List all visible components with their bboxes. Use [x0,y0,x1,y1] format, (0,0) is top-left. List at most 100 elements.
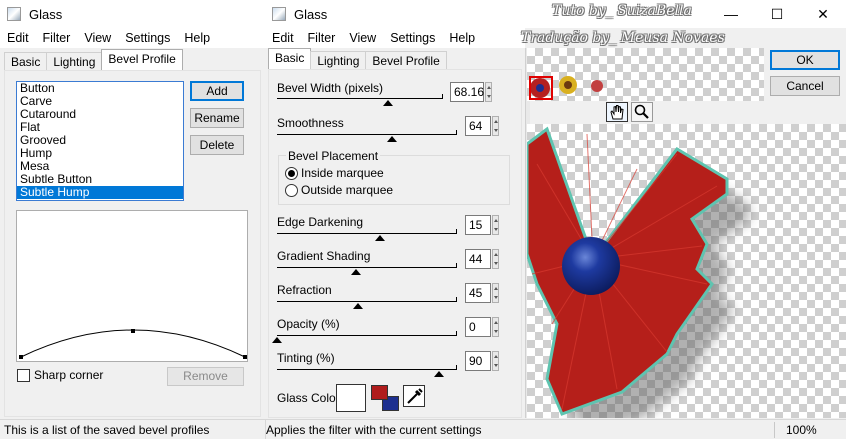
opacity-label: Opacity (%) [277,317,340,331]
slider-tick [456,229,457,233]
cancel-button[interactable]: Cancel [770,76,840,96]
tab-lighting[interactable]: Lighting [310,51,367,70]
rename-button[interactable]: Rename [190,108,244,128]
slider-tick [456,365,457,369]
refraction-thumb[interactable] [353,303,363,309]
bevel-width-spinner[interactable] [485,82,492,102]
profile-list[interactable]: Button Carve Cutaround Flat Grooved Hump… [16,81,184,201]
slider-tick [442,94,443,98]
bevel-curve [20,329,246,358]
zoom-tool-button[interactable] [631,102,653,122]
bevel-curve-editor[interactable] [16,210,248,362]
refraction-input[interactable]: 45 [465,283,491,303]
menu-settings[interactable]: Settings [118,31,177,45]
remove-button[interactable]: Remove [167,367,244,386]
curve-point[interactable] [243,355,247,359]
flower-shape [527,126,729,416]
left-status-text: This is a list of the saved bevel profil… [4,423,210,437]
close-button[interactable]: ✕ [800,0,846,28]
refraction-track[interactable] [277,301,457,302]
edge-darkening-track[interactable] [277,233,457,234]
tinting-spinner[interactable] [492,351,499,371]
smoothness-track[interactable] [277,134,457,135]
opacity-thumb[interactable] [272,337,282,343]
menu-view[interactable]: View [77,31,118,45]
tab-lighting[interactable]: Lighting [46,52,103,71]
opacity-input[interactable]: 0 [465,317,491,337]
edge-darkening-label: Edge Darkening [277,215,364,229]
status-divider [774,422,775,438]
menu-filter[interactable]: Filter [301,31,343,45]
preview-image [527,126,749,418]
menu-edit[interactable]: Edit [0,31,36,45]
app-icon [272,7,286,21]
ok-button[interactable]: OK [770,50,840,70]
smoothness-thumb[interactable] [387,136,398,142]
tinting-input[interactable]: 90 [465,351,491,371]
menu-settings[interactable]: Settings [383,31,442,45]
eyedropper-button[interactable] [403,385,425,407]
slider-tick [456,331,457,335]
menu-edit[interactable]: Edit [265,31,301,45]
tab-bevel-profile[interactable]: Bevel Profile [365,51,447,70]
edge-darkening-thumb[interactable] [374,235,385,241]
delete-button[interactable]: Delete [190,135,244,155]
menu-help[interactable]: Help [442,31,482,45]
list-item[interactable]: Cutaround [17,108,183,121]
right-tab-strip: Basic Lighting Bevel Profile [268,48,447,70]
right-status-bar: Applies the filter with the current sett… [265,419,846,439]
edge-darkening-input[interactable]: 15 [465,215,491,235]
bevel-curve-svg [19,329,247,359]
gradient-shading-track[interactable] [277,267,457,268]
menu-filter[interactable]: Filter [36,31,78,45]
edge-darkening-spinner[interactable] [492,215,499,235]
list-item-selected[interactable]: Subtle Hump [17,186,183,199]
preview-canvas[interactable] [527,124,846,418]
magnifier-icon [634,104,649,119]
gradient-shading-input[interactable]: 44 [465,249,491,269]
gradient-shading-spinner[interactable] [492,249,499,269]
eyedropper-icon [407,388,423,404]
menu-help[interactable]: Help [177,31,217,45]
menu-view[interactable]: View [342,31,383,45]
opacity-track[interactable] [277,335,457,336]
gradient-shading-label: Gradient Shading [277,249,371,263]
slider-tick [456,130,457,134]
thumbnail-navigator[interactable] [527,48,764,101]
opacity-spinner[interactable] [492,317,499,337]
pan-tool-button[interactable] [606,102,628,122]
gradient-shading-thumb[interactable] [351,269,362,275]
refraction-label: Refraction [277,283,332,297]
thumbnail-svg [529,76,603,100]
tinting-thumb[interactable] [434,371,444,377]
tab-basic[interactable]: Basic [268,48,312,70]
left-status-bar: This is a list of the saved bevel profil… [0,419,265,439]
hand-icon [610,105,624,120]
tab-bevel-profile[interactable]: Bevel Profile [101,49,183,71]
inside-marquee-radio[interactable] [285,167,298,180]
smoothness-input[interactable]: 64 [465,116,491,136]
slider-tick [456,263,457,267]
smoothness-spinner[interactable] [492,116,499,136]
curve-point[interactable] [131,329,135,333]
smoothness-label: Smoothness [277,116,344,130]
maximize-button[interactable]: ☐ [754,0,800,28]
slider-tick [456,297,457,301]
outside-marquee-radio[interactable] [285,184,298,197]
left-title-bar: Glass [0,0,265,28]
minimize-button[interactable]: — [708,0,754,28]
add-button[interactable]: Add [190,81,244,101]
sharp-corner-checkbox[interactable] [17,369,30,382]
tinting-track[interactable] [277,369,457,370]
bevel-width-input[interactable]: 68.16 [450,82,484,102]
curve-point[interactable] [19,355,23,359]
bevel-width-label: Bevel Width (pixels) [277,81,384,95]
bevel-width-thumb[interactable] [383,100,394,106]
refraction-spinner[interactable] [492,283,499,303]
bevel-width-track[interactable] [277,98,443,99]
app-icon [7,7,21,21]
glass-color-swatch[interactable] [336,384,366,412]
foreground-color-swatch[interactable] [371,385,388,400]
tab-basic[interactable]: Basic [4,52,48,71]
right-menu-bar: Edit Filter View Settings Help [265,28,525,48]
